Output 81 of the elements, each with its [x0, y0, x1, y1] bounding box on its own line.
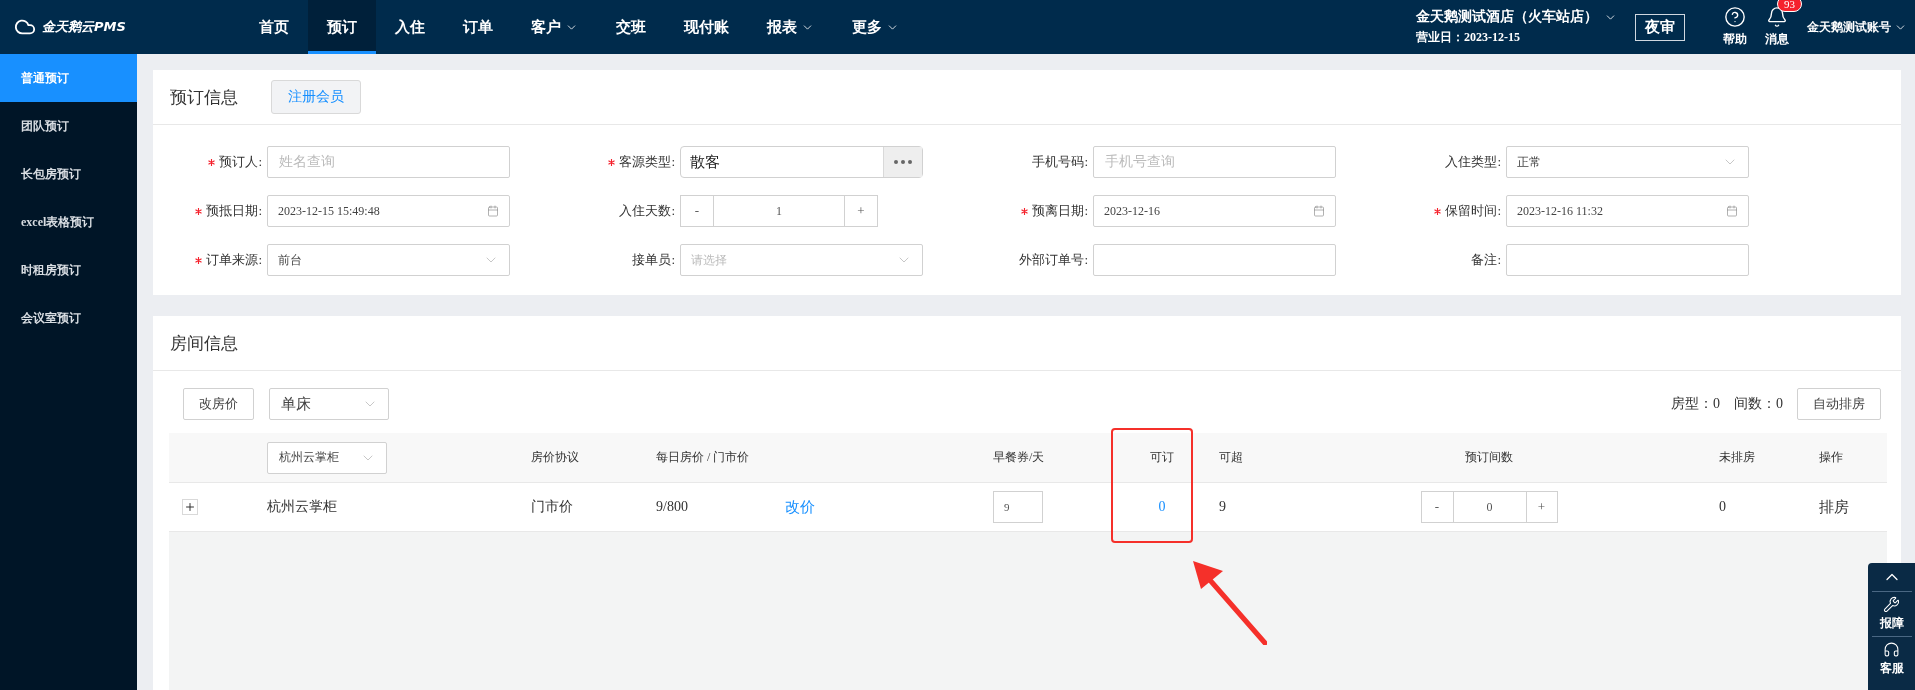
- calendar-icon: [487, 205, 499, 217]
- field-label: 预抵日期:: [206, 202, 262, 220]
- field-label: 备注:: [1471, 251, 1501, 269]
- text-input[interactable]: [1506, 244, 1749, 276]
- change-price-button[interactable]: 改房价: [183, 388, 254, 420]
- stepper-value[interactable]: 0: [1453, 492, 1526, 522]
- field-label: 入住类型:: [1445, 153, 1501, 171]
- bed-select[interactable]: 单床: [269, 388, 389, 420]
- field-label: 入住天数:: [619, 202, 675, 220]
- select-field[interactable]: 前台: [267, 244, 510, 276]
- column-header: 每日房价 / 门市价: [656, 449, 750, 466]
- breakfast-input[interactable]: 9: [993, 491, 1043, 523]
- table-cell: 9/800: [656, 499, 688, 515]
- nav-tab[interactable]: 首页: [240, 0, 308, 54]
- account-menu[interactable]: 金天鹅测试账号: [1807, 18, 1907, 36]
- text-input[interactable]: 姓名查询: [267, 146, 510, 178]
- plus-icon: [184, 501, 196, 513]
- summary-text: 间数：0: [1734, 395, 1783, 413]
- help-button[interactable]: 帮助: [1723, 6, 1747, 48]
- calendar-icon: [1726, 205, 1738, 217]
- sidebar-item[interactable]: excel表格预订: [0, 198, 137, 246]
- text-input[interactable]: 手机号查询: [1093, 146, 1336, 178]
- field-label: 预订人:: [219, 153, 262, 171]
- column-header: 早餐券/天: [993, 449, 1045, 466]
- calendar-icon: [1313, 205, 1325, 217]
- column-header: 房价协议: [531, 449, 579, 466]
- message-count-badge: 93: [1777, 0, 1802, 12]
- float-panel-item[interactable]: 报障: [1871, 591, 1912, 632]
- nav-tab[interactable]: 客户: [512, 0, 597, 54]
- logo-text: 金天鹅云PMS: [42, 18, 126, 36]
- field-label: 接单员:: [632, 251, 675, 269]
- field-label: 预离日期:: [1032, 202, 1088, 220]
- table-cell: 门市价: [531, 498, 573, 516]
- float-panel-item[interactable]: 客服: [1871, 636, 1912, 677]
- column-header: 可超: [1219, 449, 1243, 466]
- source-picker[interactable]: 散客: [680, 146, 923, 178]
- nav-tab[interactable]: 交班: [597, 0, 665, 54]
- expand-toggle[interactable]: [182, 499, 198, 515]
- sidebar-item[interactable]: 会议室预订: [0, 294, 137, 342]
- date-field[interactable]: 2023-12-15 15:49:48: [267, 195, 510, 227]
- section-title: 房间信息: [170, 332, 238, 355]
- field-label: 手机号码:: [1032, 153, 1088, 171]
- field-label: 客源类型:: [619, 153, 675, 171]
- column-header: 未排房: [1719, 449, 1755, 466]
- column-header: 预订间数: [1465, 449, 1513, 466]
- sidebar-item[interactable]: 时租房预订: [0, 246, 137, 294]
- text-input[interactable]: [1093, 244, 1336, 276]
- nav-tab[interactable]: 报表: [748, 0, 833, 54]
- wrench-icon: [1883, 596, 1900, 613]
- select-field[interactable]: 正常: [1506, 146, 1749, 178]
- table-cell: 0: [1719, 499, 1726, 515]
- night-audit-button[interactable]: 夜审: [1635, 13, 1685, 41]
- summary-text: 房型：0: [1671, 395, 1720, 413]
- table-cell: 9: [1219, 499, 1226, 515]
- table-cell: 0: [1158, 499, 1166, 515]
- field-label: 订单来源:: [206, 251, 262, 269]
- section-title: 预订信息: [170, 86, 238, 109]
- sidebar-item[interactable]: 长包房预订: [0, 150, 137, 198]
- stepper-value[interactable]: 1: [714, 196, 844, 226]
- help-icon: [1724, 6, 1746, 28]
- field-label: 保留时间:: [1445, 202, 1501, 220]
- sidebar-item[interactable]: 团队预订: [0, 102, 137, 150]
- nav-tab[interactable]: 入住: [376, 0, 444, 54]
- nav-tab[interactable]: 订单: [444, 0, 512, 54]
- nav-tab[interactable]: 更多: [833, 0, 918, 54]
- field-label: 外部订单号:: [1019, 251, 1088, 269]
- headphones-icon: [1883, 641, 1900, 658]
- column-header: 可订: [1150, 449, 1174, 466]
- hotel-name[interactable]: 金天鹅测试酒店（火车站店）: [1416, 8, 1598, 26]
- business-day: 营业日：2023-12-15: [1416, 29, 1617, 46]
- column-header: 操作: [1819, 449, 1843, 466]
- nav-tab[interactable]: 预订: [308, 0, 376, 54]
- table-cell: 杭州云掌柜: [267, 498, 337, 516]
- auto-assign-button[interactable]: 自动排房: [1797, 388, 1881, 420]
- room-type-filter[interactable]: 杭州云掌柜: [267, 441, 387, 474]
- date-field[interactable]: 2023-12-16 11:32: [1506, 195, 1749, 227]
- nav-tab[interactable]: 现付账: [665, 0, 748, 54]
- table-cell: 排房: [1819, 497, 1849, 517]
- more-button[interactable]: [883, 147, 922, 177]
- bell-icon: [1766, 6, 1788, 28]
- date-field[interactable]: 2023-12-16: [1093, 195, 1336, 227]
